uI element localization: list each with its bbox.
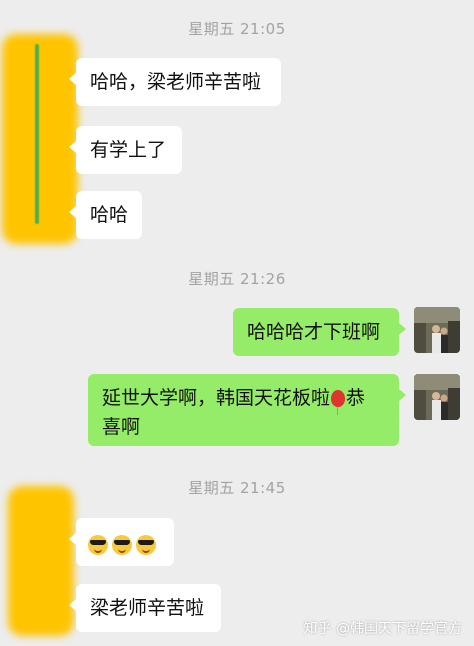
message-text: 哈哈 <box>90 204 129 226</box>
message-text: 有学上了 <box>90 139 167 161</box>
user-avatar[interactable] <box>414 374 460 420</box>
message-text: 哈哈，梁老师辛苦啦 <box>90 71 262 93</box>
watermark: 知乎 @韩国天下留学官方 <box>303 621 462 637</box>
message-text: 延世大学啊，韩国天花板啦 <box>102 387 331 409</box>
message-incoming[interactable]: 哈哈 <box>69 191 142 239</box>
message-incoming[interactable] <box>69 518 174 566</box>
sunglasses-icon <box>136 534 156 555</box>
message-outgoing[interactable]: 延世大学啊，韩国天花板啦恭 喜啊 <box>88 374 406 446</box>
message-text: 哈哈哈才下班啊 <box>247 321 381 343</box>
avatar-photo-icon <box>414 307 460 353</box>
user-avatar[interactable] <box>414 307 460 353</box>
message-outgoing[interactable]: 哈哈哈才下班啊 <box>233 308 406 356</box>
message-incoming[interactable]: 梁老师辛苦啦 <box>69 584 221 632</box>
message-text: 喜啊 <box>102 416 141 438</box>
message-incoming[interactable]: 哈哈，梁老师辛苦啦 <box>69 58 281 106</box>
message-incoming[interactable]: 有学上了 <box>69 126 182 174</box>
avatar-photo-icon <box>414 374 460 420</box>
timestamp: 星期五 21:26 <box>188 270 286 288</box>
redaction-stroke <box>35 44 39 224</box>
redacted-avatar <box>8 486 74 636</box>
sunglasses-icon <box>88 534 108 555</box>
message-text: 恭 <box>346 387 366 409</box>
redacted-avatar <box>2 34 78 244</box>
sunglasses-icon <box>112 534 132 555</box>
message-text: 梁老师辛苦啦 <box>90 597 205 619</box>
balloon-icon <box>331 390 346 415</box>
